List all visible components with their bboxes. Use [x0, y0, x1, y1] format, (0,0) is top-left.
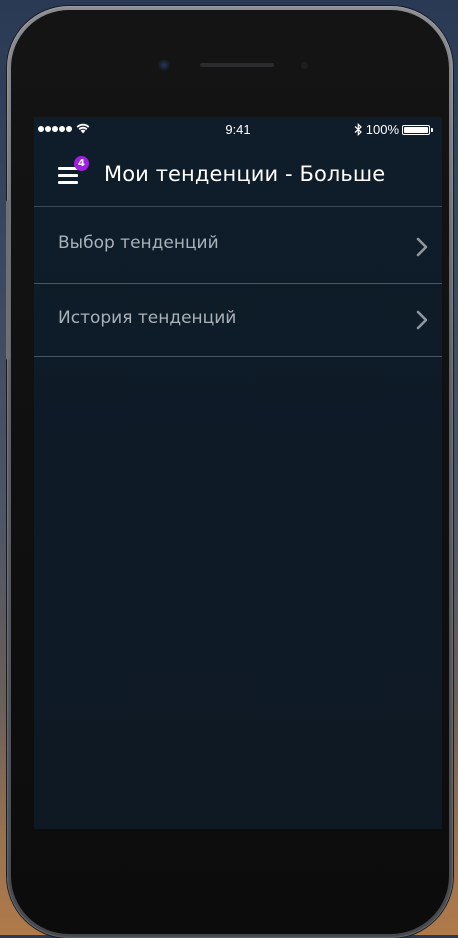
notification-badge: 4: [74, 156, 89, 171]
bluetooth-icon: [354, 123, 362, 136]
hamburger-menu-icon: [58, 167, 78, 185]
menu-list: Выбор тенденций История тенденций: [34, 207, 442, 357]
battery-percentage: 100%: [365, 122, 399, 137]
status-bar: 9:41 100%: [34, 117, 442, 143]
list-item-label: История тенденций: [58, 308, 237, 328]
status-right: 100%: [354, 122, 436, 137]
menu-button[interactable]: 4: [56, 156, 92, 191]
list-item-label: Выбор тенденций: [58, 233, 219, 253]
proximity-sensor: [301, 62, 308, 69]
earpiece-speaker: [200, 63, 274, 67]
list-item-trend-history[interactable]: История тенденций: [34, 284, 442, 357]
side-button: [6, 200, 10, 360]
list-item-trend-selection[interactable]: Выбор тенденций: [34, 207, 442, 284]
page-title: Мои тенденции - Больше: [104, 162, 386, 186]
chevron-right-icon: [416, 310, 428, 330]
navigation-bar: 4 Мои тенденции - Больше: [34, 143, 442, 207]
front-camera: [158, 59, 170, 71]
app-screen: 9:41 100% 4 Мои тенденции - Больше Выбор…: [34, 117, 442, 829]
chevron-right-icon: [416, 237, 428, 257]
battery-icon: [402, 124, 436, 136]
